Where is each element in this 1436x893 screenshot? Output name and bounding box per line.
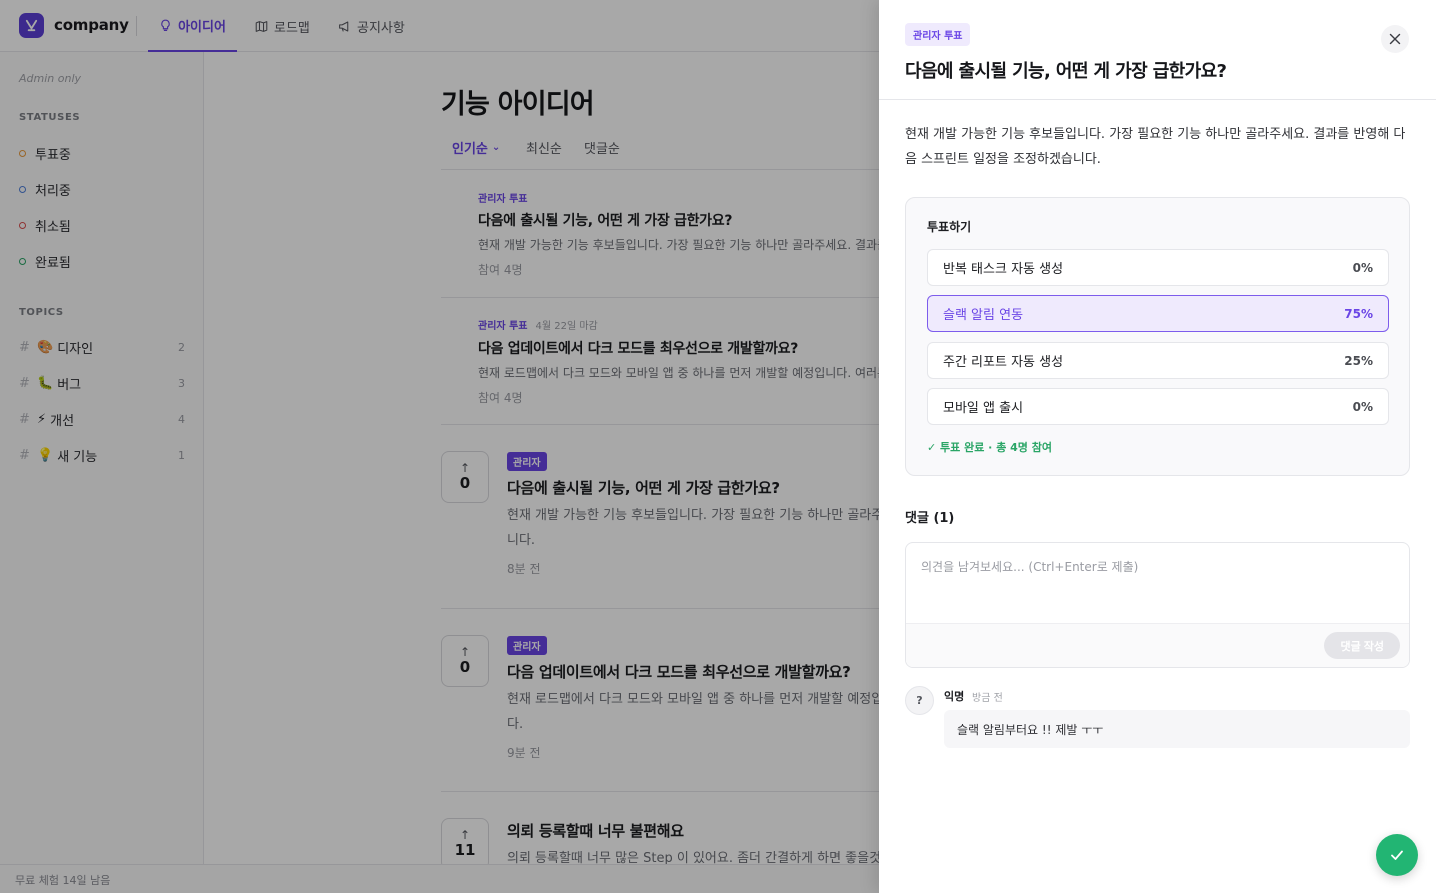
checkmark-icon <box>1391 850 1403 860</box>
drawer-header: 관리자 투표 다음에 출시될 기능, 어떤 게 가장 급한가요? <box>879 0 1436 100</box>
comment-composer-footer: 댓글 작성 <box>906 623 1409 667</box>
floating-action-button[interactable] <box>1376 834 1418 876</box>
poll-option-label: 반복 태스크 자동 생성 <box>943 262 1064 277</box>
poll-option-label: 주간 리포트 자동 생성 <box>943 355 1064 370</box>
drawer-title: 다음에 출시될 기능, 어떤 게 가장 급한가요? <box>905 61 1227 82</box>
comment-input[interactable] <box>906 543 1409 623</box>
poll-option-percent: 25% <box>1344 353 1373 368</box>
admin-poll-tag: 관리자 투표 <box>905 23 971 46</box>
poll-option-selected[interactable]: 슬랙 알림 연동 75% <box>927 295 1389 332</box>
poll-option[interactable]: 모바일 앱 출시 0% <box>927 388 1389 425</box>
poll-option-percent: 0% <box>1352 260 1373 275</box>
poll-status-text: ✓ 투표 완료 · 총 4명 참여 <box>927 441 1052 454</box>
comments-heading: 댓글 (1) <box>905 511 955 526</box>
poll-heading: 투표하기 <box>927 220 972 234</box>
close-button[interactable] <box>1381 25 1409 53</box>
poll-box: 투표하기 반복 태스크 자동 생성 0% 슬랙 알림 연동 75% 주간 리포트… <box>905 197 1410 476</box>
poll-option[interactable]: 주간 리포트 자동 생성 25% <box>927 342 1389 379</box>
poll-option-percent: 75% <box>1344 306 1373 321</box>
avatar: ? <box>905 686 934 715</box>
poll-description: 현재 개발 가능한 기능 후보들입니다. 가장 필요한 기능 하나만 골라주세요… <box>905 127 1406 167</box>
submit-comment-button[interactable]: 댓글 작성 <box>1324 632 1400 659</box>
comment-text: 슬랙 알림부터요 !! 제발 ㅜㅜ <box>944 710 1410 748</box>
poll-option[interactable]: 반복 태스크 자동 생성 0% <box>927 249 1389 286</box>
comment-time: 방금 전 <box>972 693 1003 704</box>
poll-option-label: 슬랙 알림 연동 <box>943 308 1024 323</box>
comment-author: 익명 <box>944 690 965 703</box>
close-icon <box>1389 33 1401 45</box>
poll-option-label: 모바일 앱 출시 <box>943 401 1024 416</box>
poll-option-percent: 0% <box>1352 399 1373 414</box>
poll-detail-drawer: 관리자 투표 다음에 출시될 기능, 어떤 게 가장 급한가요? 현재 개발 가… <box>879 0 1436 893</box>
comment-composer: 댓글 작성 <box>905 542 1410 668</box>
